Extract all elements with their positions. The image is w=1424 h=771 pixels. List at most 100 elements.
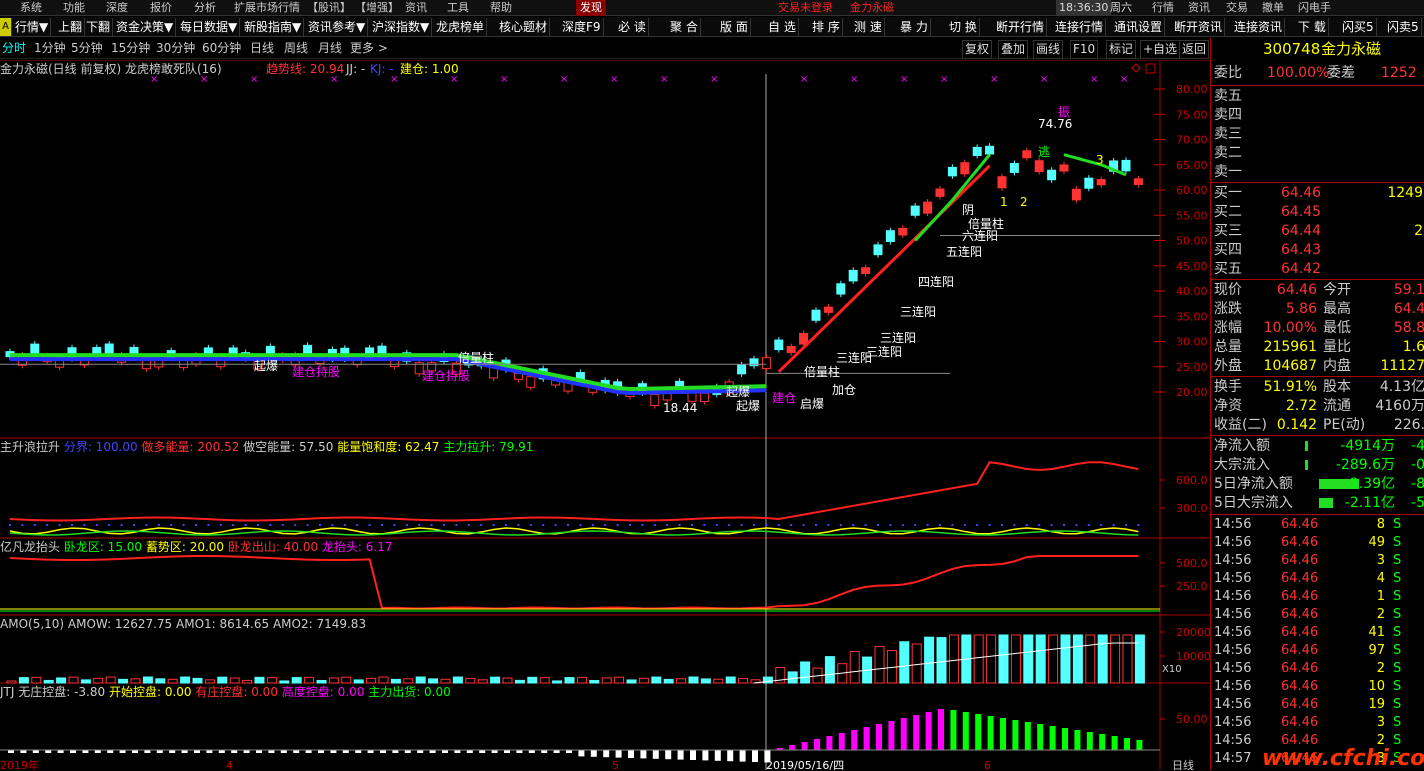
period-tab[interactable]: 1分钟 xyxy=(34,40,66,57)
toolbar-button[interactable]: 测 速 xyxy=(852,18,885,36)
toolbar-button[interactable]: 上翻 xyxy=(56,18,86,36)
toolbar-button[interactable]: 资讯参考▼ xyxy=(306,18,369,36)
menu-item[interactable]: 分析 xyxy=(194,0,216,16)
toolbar-button[interactable]: 通讯设置 xyxy=(1112,18,1166,36)
toolbar-button[interactable]: 断开资讯 xyxy=(1172,18,1226,36)
toolbar-button[interactable]: 核心题材 xyxy=(497,18,551,36)
toolbar-button[interactable]: 断开行情 xyxy=(994,18,1048,36)
chart-tool-button[interactable]: 复权 xyxy=(962,40,993,59)
toolbar-button[interactable]: 切 换 xyxy=(947,18,980,36)
sell-level[interactable]: 卖四 xyxy=(1211,106,1424,125)
top-right-button[interactable]: 行情 xyxy=(1152,0,1174,16)
chart-tool-button[interactable]: 标记 xyxy=(1106,40,1137,59)
buy-level[interactable]: 买四 64.43 xyxy=(1211,241,1424,260)
menu-item[interactable]: 发现 xyxy=(576,0,606,16)
chart-area[interactable]: 80.00 75.00 70.00 65.00 60.00 55.00 50.00 45.00… xyxy=(0,60,1210,770)
toolbar-button[interactable]: 沪深指数▼ xyxy=(370,18,433,36)
toolbar-button[interactable]: 资金决策▼ xyxy=(114,18,177,36)
sell-level[interactable]: 卖五 xyxy=(1211,87,1424,106)
amo-bar xyxy=(192,677,203,684)
sell-level[interactable]: 卖三 xyxy=(1211,125,1424,144)
marker: × xyxy=(1120,74,1128,85)
boundary-dot xyxy=(269,524,272,526)
buy-level[interactable]: 买三 64.44 2 xyxy=(1211,222,1424,241)
period-tab[interactable]: 月线 xyxy=(318,40,342,57)
toolbar-button[interactable]: 闪卖5 xyxy=(1385,18,1422,36)
chart-tool-button[interactable]: F10 xyxy=(1070,40,1099,59)
toolbar-button[interactable]: 自 选 xyxy=(766,18,799,36)
jtj-bar xyxy=(1000,718,1006,750)
menu-item[interactable]: 系统 xyxy=(20,0,42,16)
chart-tool-button[interactable]: 叠加 xyxy=(998,40,1029,59)
boundary-dot xyxy=(901,524,904,526)
amo-bar xyxy=(924,636,935,684)
menu-item[interactable]: 帮助 xyxy=(490,0,512,16)
top-right-button[interactable]: 撤单 xyxy=(1262,0,1284,16)
boundary-dot xyxy=(914,524,917,526)
toolbar-button[interactable]: 行情▼ xyxy=(13,18,52,36)
login-status: 交易未登录 xyxy=(778,1,833,14)
boundary-dot xyxy=(480,524,483,526)
toolbar-button[interactable]: 连接资讯 xyxy=(1232,18,1286,36)
buy-level[interactable]: 买二 64.45 xyxy=(1211,203,1424,222)
diamond-icon[interactable] xyxy=(1131,63,1141,73)
signal-annotation: 倍量柱 xyxy=(458,350,494,365)
candle xyxy=(823,306,833,313)
flow-row: 5日净流入额 -3.39亿 -8 xyxy=(1214,476,1424,492)
toolbar-button[interactable]: 下 载 xyxy=(1296,18,1329,36)
period-tab[interactable]: 分时 xyxy=(2,40,26,57)
candle xyxy=(923,201,933,214)
toolbar-button[interactable]: 闪买5 xyxy=(1340,18,1377,36)
sell-level[interactable]: 卖二 xyxy=(1211,144,1424,163)
amo-bar xyxy=(998,634,1009,684)
amo-bar xyxy=(552,680,563,684)
menu-item[interactable]: 【增强】 xyxy=(355,0,399,16)
top-right-button[interactable]: 资讯 xyxy=(1188,0,1210,16)
chart-tool-button[interactable]: 返回 xyxy=(1179,40,1210,59)
period-tab[interactable]: 周线 xyxy=(284,40,308,57)
amo-bar xyxy=(266,677,277,684)
menu-item[interactable]: 扩展市场行情 xyxy=(234,0,300,16)
toolbar-button[interactable]: 排 序 xyxy=(810,18,843,36)
toolbar-button[interactable]: 龙虎榜单 xyxy=(434,18,488,36)
stat-row: 现价 64.46 今开 59.1 xyxy=(1214,282,1424,298)
marker: × xyxy=(1040,74,1048,85)
menu-item[interactable]: 【股讯】 xyxy=(307,0,351,16)
period-tab[interactable]: 15分钟 xyxy=(111,40,150,57)
sell-level[interactable]: 卖一 xyxy=(1211,163,1424,182)
toolbar-button[interactable]: 每日数据▼ xyxy=(178,18,241,36)
period-tab[interactable]: 60分钟 xyxy=(202,40,241,57)
buy-level[interactable]: 买一 64.46 1249 xyxy=(1211,184,1424,203)
toolbar-button[interactable]: 版 面 xyxy=(718,18,751,36)
toolbar-button[interactable]: 暴 力 xyxy=(898,18,931,36)
toolbar-button[interactable]: 连接行情 xyxy=(1053,18,1107,36)
menu-item[interactable]: 功能 xyxy=(63,0,85,16)
boundary-dot xyxy=(976,524,979,526)
amo-bar xyxy=(366,677,377,684)
toolbar-button[interactable]: 下翻 xyxy=(84,18,114,36)
chart-tool-button[interactable]: 画线 xyxy=(1033,40,1064,59)
toolbar-button[interactable]: 新股指南▼ xyxy=(242,18,305,36)
toolbar-button[interactable]: 聚 合 xyxy=(668,18,701,36)
toolbar-button[interactable]: 深度F9 xyxy=(560,18,604,36)
maximize-icon[interactable] xyxy=(1145,63,1156,74)
y-tick-label: 75.00 xyxy=(1176,108,1208,121)
top-right-button[interactable]: 闪电手 xyxy=(1298,0,1331,16)
jtj-bar xyxy=(603,750,610,758)
chart-tool-button[interactable]: +自选 xyxy=(1140,40,1181,59)
boundary-dot xyxy=(678,524,681,526)
menu-item[interactable]: 报价 xyxy=(150,0,172,16)
signal-annotation: 三连阳 xyxy=(880,330,916,345)
period-tab[interactable]: 5分钟 xyxy=(71,40,103,57)
menu-item[interactable]: 工具 xyxy=(447,0,469,16)
buy-level[interactable]: 买五 64.42 xyxy=(1211,260,1424,279)
period-tab[interactable]: 更多 > xyxy=(350,40,388,57)
toolbar-icon: A xyxy=(0,18,12,36)
menu-item[interactable]: 深度 xyxy=(106,0,128,16)
candle xyxy=(1022,150,1032,159)
period-tab[interactable]: 日线 xyxy=(250,40,274,57)
menu-item[interactable]: 资讯 xyxy=(405,0,427,16)
top-right-button[interactable]: 交易 xyxy=(1226,0,1248,16)
toolbar-button[interactable]: 必 读 xyxy=(616,18,649,36)
period-tab[interactable]: 30分钟 xyxy=(156,40,195,57)
